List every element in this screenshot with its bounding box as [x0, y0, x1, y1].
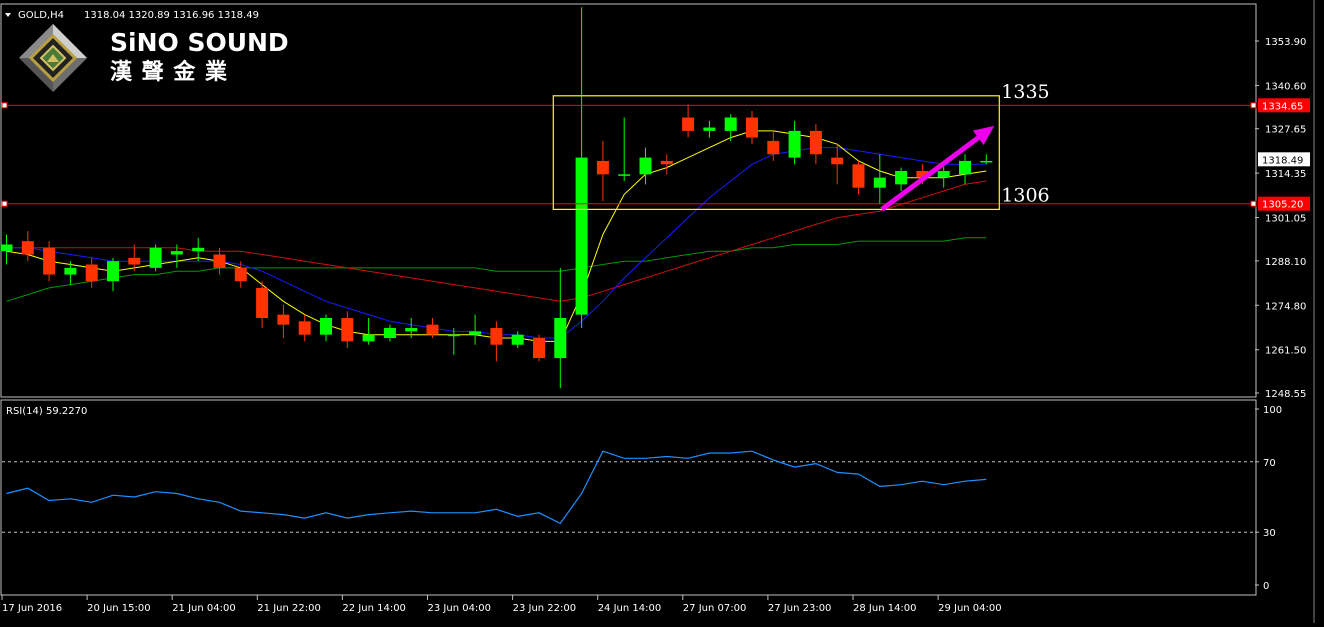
symbol-label: GOLD,H4 — [18, 10, 64, 21]
candle-body — [980, 160, 993, 163]
line-handle-left — [1, 200, 8, 207]
candle-body — [746, 117, 758, 138]
level-annotation: 1306 — [1001, 184, 1049, 206]
current-price-label: 1318.49 — [1262, 155, 1303, 166]
candle-body — [107, 261, 119, 282]
price-tick-label: 1288.10 — [1265, 257, 1306, 268]
candle-body — [895, 170, 908, 185]
candle-body — [405, 328, 418, 332]
candle-body — [426, 324, 439, 335]
candle-body — [298, 321, 311, 335]
rsi-tick-label: 100 — [1263, 405, 1282, 416]
candle-body — [682, 117, 695, 131]
candle-body — [937, 170, 950, 178]
candle-body — [128, 257, 141, 265]
candle-body — [256, 287, 269, 318]
candle-body — [788, 130, 801, 158]
candle-body — [554, 317, 567, 359]
overlays: 1334.65 1305.20 1335 1306 — [1, 81, 1310, 212]
line-handle-left — [1, 102, 8, 109]
candle-body — [511, 334, 524, 345]
candle-body — [852, 164, 865, 188]
time-tick-label: 23 Jun 04:00 — [428, 603, 492, 614]
ma-mid-line — [6, 147, 987, 339]
rsi-title: RSI(14) 59.2270 — [6, 406, 87, 417]
candle-body — [64, 267, 77, 275]
candle-body — [809, 130, 822, 155]
dropdown-triangle-icon[interactable] — [5, 13, 11, 17]
candle-body — [469, 331, 482, 335]
candle-body — [85, 264, 98, 282]
candle-body — [21, 241, 34, 255]
ohlc-readout: 1318.04 1320.89 1316.96 1318.49 — [84, 10, 259, 21]
candle-body — [192, 247, 205, 252]
candle-body — [43, 247, 56, 275]
price-tick-label: 1301.05 — [1265, 214, 1306, 225]
candle-body — [639, 157, 652, 175]
candle-body — [234, 267, 247, 282]
rsi-tick-label: 70 — [1263, 458, 1276, 469]
time-tick-label: 20 Jun 15:00 — [87, 603, 151, 614]
ma-slow-line — [6, 180, 987, 302]
candle-body — [170, 251, 183, 255]
time-tick-label: 21 Jun 22:00 — [257, 603, 321, 614]
time-tick-label: 27 Jun 07:00 — [683, 603, 747, 614]
candle-body — [660, 160, 673, 165]
candle-body — [490, 328, 503, 345]
line-handle-right — [1250, 102, 1257, 109]
candle-body — [703, 127, 716, 131]
candle-body — [0, 244, 13, 252]
chart-header: GOLD,H4 1318.04 1320.89 1316.96 1318.49 — [5, 10, 259, 21]
time-tick-label: 17 Jun 2016 — [2, 603, 62, 614]
price-tick-label: 1261.50 — [1265, 346, 1306, 357]
candle-body — [447, 334, 460, 337]
time-tick-label: 23 Jun 22:00 — [513, 603, 577, 614]
time-tick-label: 24 Jun 14:00 — [598, 603, 662, 614]
rsi-tick-label: 30 — [1263, 528, 1276, 539]
level-annotation: 1335 — [1001, 81, 1049, 103]
candle-body — [533, 338, 545, 359]
candle-body — [341, 317, 354, 342]
brand-name-zh: 漢 聲 金 業 — [110, 59, 228, 85]
time-tick-label: 22 Jun 14:00 — [342, 603, 406, 614]
price-axis: 1353.90 1340.60 1327.65 1314.35 1301.05 1288.… — [1255, 37, 1310, 400]
candle-body — [277, 314, 290, 325]
candle-body — [320, 317, 332, 335]
candle-body — [383, 328, 396, 339]
time-tick-label: 27 Jun 23:00 — [768, 603, 832, 614]
price-tick-label: 1274.80 — [1265, 301, 1306, 312]
time-tick-label: 21 Jun 04:00 — [172, 603, 236, 614]
price-tick-label: 1248.55 — [1265, 389, 1306, 400]
candle-body — [149, 247, 162, 268]
candle-body — [724, 117, 737, 131]
chart-window[interactable]: 1334.65 1305.20 1335 1306 1353.90 1340.60 132… — [0, 0, 1324, 623]
price-tag-label: 1305.20 — [1262, 200, 1303, 211]
line-handle-right — [1250, 200, 1257, 207]
chart-canvas[interactable]: 1334.65 1305.20 1335 1306 1353.90 1340.60 132… — [0, 0, 1324, 623]
candle-body — [575, 157, 588, 315]
candle-body — [213, 254, 226, 268]
price-tick-label: 1340.60 — [1265, 81, 1306, 92]
candle-body — [362, 334, 375, 342]
candle-body — [873, 177, 886, 188]
candle-body — [767, 140, 780, 155]
candle-body — [831, 157, 844, 165]
brand-logo: SiNO SOUND 漢 聲 金 業 — [19, 24, 289, 92]
price-tag-label: 1334.65 — [1262, 101, 1303, 112]
brand-name-en: SiNO SOUND — [110, 28, 289, 57]
rsi-tick-label: 0 — [1263, 581, 1269, 592]
candle-body — [596, 160, 609, 175]
time-tick-label: 29 Jun 04:00 — [938, 603, 1002, 614]
price-tick-label: 1314.35 — [1265, 169, 1306, 180]
rsi-indicator: 100 70 30 0 — [2, 405, 1282, 592]
candle-body — [618, 174, 631, 176]
rsi-pane-frame — [0, 399, 1257, 596]
price-tick-label: 1353.90 — [1265, 37, 1306, 48]
diamond-logo-icon — [19, 24, 87, 92]
candle-body — [959, 160, 971, 175]
price-tick-label: 1327.65 — [1265, 125, 1306, 136]
time-tick-label: 28 Jun 14:00 — [853, 603, 917, 614]
time-axis: 17 Jun 2016 20 Jun 15:00 21 Jun 04:00 21 Ju… — [1, 595, 1002, 614]
